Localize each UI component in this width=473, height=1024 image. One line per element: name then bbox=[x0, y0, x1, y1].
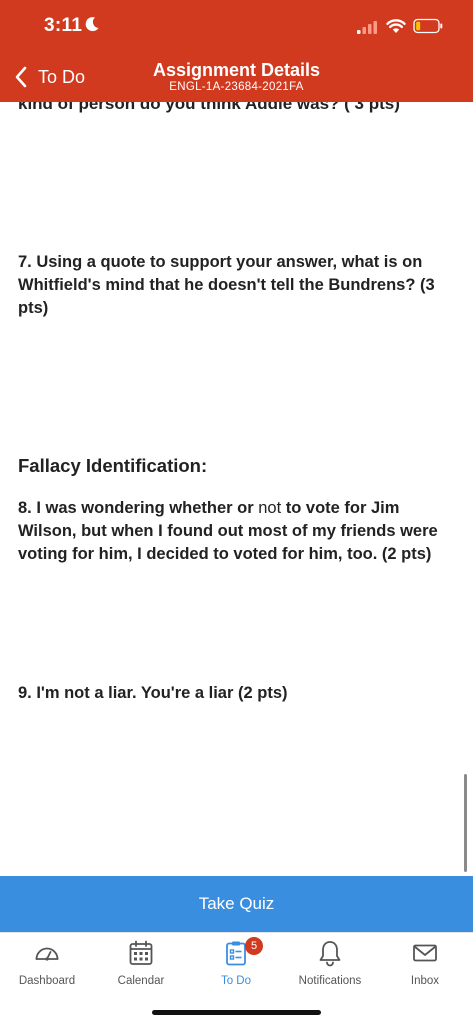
course-code-subtitle: ENGL-1A-23684-2021FA bbox=[169, 81, 304, 93]
question-9: 9. I'm not a liar. You're a liar (2 pts) bbox=[18, 684, 288, 702]
battery-icon bbox=[413, 18, 443, 34]
question-7: 7. Using a quote to support your answer,… bbox=[18, 253, 435, 317]
tab-notifications-label: Notifications bbox=[298, 975, 362, 987]
tab-todo-label: To Do bbox=[220, 975, 252, 987]
tab-notifications[interactable]: Notifications bbox=[283, 939, 377, 999]
bell-icon bbox=[319, 941, 341, 967]
question-8: 8. I was wondering whether or not to vot… bbox=[18, 497, 458, 566]
header-bar: 3:11 To Do Assignment Details ENGL-1A-23… bbox=[0, 0, 473, 102]
assignment-content[interactable]: kind of person do you think Addie was? (… bbox=[0, 102, 473, 876]
tab-calendar[interactable]: Calendar bbox=[94, 939, 188, 999]
tab-todo[interactable]: 5 To Do bbox=[189, 937, 283, 999]
section-heading-fallacy: Fallacy Identification: bbox=[18, 455, 208, 476]
status-bar: 3:11 bbox=[0, 0, 473, 52]
dashboard-icon bbox=[35, 947, 59, 961]
tab-dashboard[interactable]: Dashboard bbox=[0, 939, 94, 999]
home-indicator[interactable] bbox=[152, 1010, 321, 1015]
tab-calendar-label: Calendar bbox=[117, 975, 165, 987]
envelope-icon bbox=[413, 944, 437, 962]
scrollbar[interactable] bbox=[464, 774, 467, 872]
wifi-icon bbox=[386, 19, 406, 33]
page-title: Assignment Details bbox=[152, 60, 321, 80]
cellular-signal-icon bbox=[357, 21, 377, 34]
question-8-part-1: 8. I was wondering whether or bbox=[18, 499, 259, 517]
previous-question-text: kind of person do you think Addie was? (… bbox=[18, 102, 400, 113]
tab-dashboard-label: Dashboard bbox=[18, 975, 76, 987]
calendar-icon bbox=[129, 940, 153, 965]
tab-inbox-label: Inbox bbox=[410, 975, 440, 987]
tab-inbox[interactable]: Inbox bbox=[378, 939, 472, 999]
moon-icon bbox=[85, 17, 99, 32]
status-time: 3:11 bbox=[44, 15, 83, 36]
todo-count-badge: 5 bbox=[245, 937, 263, 955]
take-quiz-button[interactable]: Take Quiz bbox=[0, 876, 473, 932]
question-8-not: not bbox=[258, 499, 282, 517]
